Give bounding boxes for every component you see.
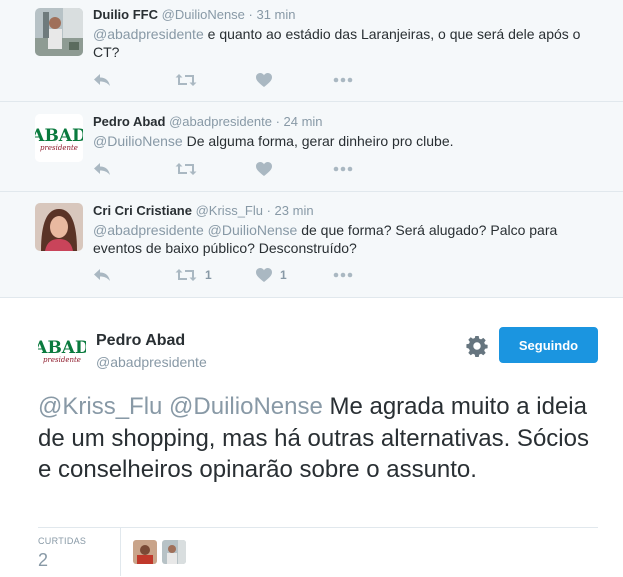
- tweet-text: @abadpresidente @DuilioNense de que form…: [93, 221, 603, 257]
- reply-button[interactable]: [93, 70, 111, 90]
- tweet-actions: [93, 159, 393, 179]
- tweet-header: Pedro Abad @abadpresidente · 24 min: [93, 113, 603, 131]
- timestamp[interactable]: · 31 min: [249, 7, 296, 22]
- reply-tweet[interactable]: ABAD presidente Pedro Abad @abadpresiden…: [0, 101, 623, 191]
- reply-icon: [94, 269, 110, 281]
- reply-button[interactable]: [93, 159, 111, 179]
- more-icon: [333, 272, 353, 278]
- retweet-icon: [175, 269, 197, 281]
- conversation-replies: Duilio FFC @DuilioNense · 31 min @abadpr…: [0, 0, 623, 297]
- tweet-header: Duilio FFC @DuilioNense · 31 min: [93, 6, 603, 24]
- tweet-text-line: eventos de baixo público? Desconstruído?: [93, 240, 357, 256]
- avatar[interactable]: [35, 8, 83, 56]
- mention-link[interactable]: @Kriss_Flu @DuilioNense: [38, 393, 323, 420]
- heart-icon: [256, 162, 272, 176]
- tweet-text-line: De alguma forma, gerar dinheiro pro club…: [182, 133, 454, 149]
- gear-icon: [466, 336, 488, 358]
- more-button[interactable]: [333, 265, 353, 285]
- logo-script: presidente: [40, 144, 78, 152]
- avatar[interactable]: [35, 203, 83, 251]
- retweet-icon: [175, 74, 197, 86]
- likes-count[interactable]: 2: [38, 550, 48, 571]
- user-handle[interactable]: @abadpresidente: [96, 354, 207, 370]
- reply-tweet[interactable]: Duilio FFC @DuilioNense · 31 min @abadpr…: [0, 0, 623, 101]
- user-name[interactable]: Duilio FFC: [93, 7, 158, 22]
- liker-avatar[interactable]: [162, 540, 186, 564]
- stats-divider: [120, 528, 121, 576]
- mention-link[interactable]: @DuilioNense: [93, 133, 183, 149]
- like-button[interactable]: [256, 70, 280, 90]
- like-button[interactable]: [256, 159, 280, 179]
- tweet-text-line: CT?: [93, 44, 120, 60]
- more-button[interactable]: [333, 159, 353, 179]
- tweet-text: @DuilioNense De alguma forma, gerar dinh…: [93, 132, 603, 150]
- user-handle[interactable]: @DuilioNense: [162, 7, 245, 22]
- mention-link[interactable]: @abadpresidente: [93, 26, 204, 42]
- logo-text: ABAD: [35, 126, 83, 146]
- tweet-text-line: de que forma? Será alugado? Palco para: [297, 222, 558, 238]
- following-button[interactable]: Seguindo: [499, 327, 598, 363]
- retweet-button[interactable]: [175, 159, 205, 179]
- likes-label: CURTIDAS: [38, 536, 87, 546]
- user-handle[interactable]: @Kriss_Flu: [196, 203, 263, 218]
- mention-link[interactable]: @abadpresidente @DuilioNense: [93, 222, 297, 238]
- more-icon: [333, 77, 353, 83]
- settings-button[interactable]: [466, 335, 488, 358]
- timestamp[interactable]: · 24 min: [276, 114, 323, 129]
- liker-avatar[interactable]: [133, 540, 157, 564]
- tweet-stats: CURTIDAS 2: [38, 527, 598, 577]
- avatar[interactable]: ABAD presidente: [35, 114, 83, 162]
- like-button[interactable]: 1: [256, 265, 287, 285]
- logo-text: ABAD: [38, 338, 86, 358]
- retweet-button[interactable]: [175, 70, 205, 90]
- heart-icon: [256, 268, 272, 282]
- reply-tweet[interactable]: Cri Cri Cristiane @Kriss_Flu · 23 min @a…: [0, 191, 623, 297]
- more-icon: [333, 166, 353, 172]
- reply-icon: [94, 74, 110, 86]
- timestamp[interactable]: · 23 min: [267, 203, 314, 218]
- like-count: 1: [280, 268, 287, 282]
- tweet-header: Cri Cri Cristiane @Kriss_Flu · 23 min: [93, 202, 603, 220]
- user-name[interactable]: Pedro Abad: [96, 332, 185, 350]
- more-button[interactable]: [333, 70, 353, 90]
- logo-script: presidente: [43, 356, 81, 364]
- retweet-button[interactable]: 1: [175, 265, 212, 285]
- user-name[interactable]: Pedro Abad: [93, 114, 165, 129]
- reply-button[interactable]: [93, 265, 111, 285]
- tweet-text: @abadpresidente e quanto ao estádio das …: [93, 25, 603, 61]
- tweet-text: @Kriss_Flu @DuilioNense Me agrada muito …: [38, 391, 598, 486]
- retweet-count: 1: [205, 268, 212, 282]
- retweet-icon: [175, 163, 197, 175]
- avatar[interactable]: ABAD presidente: [33, 326, 90, 374]
- main-tweet: ABAD presidente Pedro Abad @abadpresiden…: [0, 297, 623, 577]
- reply-icon: [94, 163, 110, 175]
- user-name[interactable]: Cri Cri Cristiane: [93, 203, 192, 218]
- tweet-text-line: e quanto ao estádio das Laranjeiras, o q…: [203, 26, 581, 42]
- tweet-actions: 1 1: [93, 265, 393, 285]
- heart-icon: [256, 73, 272, 87]
- tweet-actions: [93, 70, 393, 90]
- user-handle[interactable]: @abadpresidente: [169, 114, 272, 129]
